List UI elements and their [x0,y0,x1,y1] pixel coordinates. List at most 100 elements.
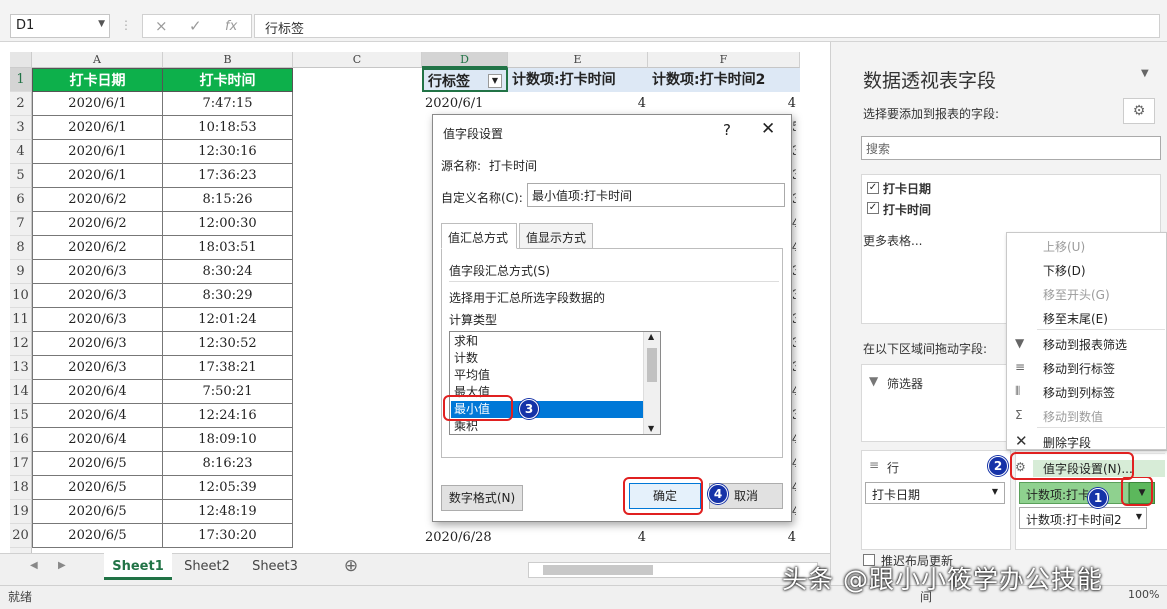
pivot-date-first[interactable]: 2020/6/1 [422,92,508,116]
cell-date[interactable]: 2020/6/4 [32,380,163,404]
close-icon[interactable]: ✕ [761,119,775,139]
enter-icon[interactable]: ✓ [189,17,202,35]
cell-date[interactable]: 2020/6/3 [32,356,163,380]
column-header-f[interactable]: F [648,52,800,68]
cell-time[interactable]: 8:15:26 [163,188,293,212]
cell-date[interactable]: 2020/6/2 [32,236,163,260]
horizontal-scrollbar[interactable] [528,562,818,578]
chevron-down-icon[interactable]: ▼ [98,19,105,29]
pivot-value-f[interactable]: 4 [792,500,796,524]
pivot-col-e[interactable]: 计数项:打卡时间 [508,68,648,92]
cell-date[interactable]: 2020/6/3 [32,260,163,284]
tab-scroll-right-icon[interactable]: ▶ [58,560,66,571]
cell-date[interactable]: 2020/6/5 [32,476,163,500]
filter-dropdown-icon[interactable]: ▼ [488,74,502,88]
pivot-value-f-first[interactable]: 4 [648,92,796,116]
chevron-down-icon[interactable]: ▼ [1141,68,1149,79]
list-item[interactable]: 平均值 [454,367,640,384]
values-field-2[interactable]: 计数项:打卡时间2 ▼ [1019,507,1147,529]
pivot-value-f[interactable]: 5 [792,116,796,140]
name-box[interactable]: D1 ▼ [10,14,110,38]
pivot-value-f[interactable]: 3 [792,188,796,212]
cell-date[interactable]: 2020/6/3 [32,332,163,356]
row-header[interactable]: 20 [10,524,32,548]
context-menu-item[interactable]: 删除字段 [1043,434,1091,451]
column-header-b[interactable]: B [163,52,293,68]
cell-time[interactable]: 12:30:16 [163,140,293,164]
gear-icon[interactable]: ⚙ [1123,98,1155,124]
scroll-up-icon[interactable]: ▲ [648,332,654,341]
help-icon[interactable]: ? [723,121,731,139]
row-header[interactable]: 7 [10,212,32,236]
row-header[interactable]: 16 [10,428,32,452]
row-header[interactable]: 9 [10,260,32,284]
search-input[interactable]: 搜索 [861,136,1161,160]
cell-date[interactable]: 2020/6/1 [32,116,163,140]
cell-time[interactable]: 17:38:21 [163,356,293,380]
more-tables-link[interactable]: 更多表格... [863,232,922,249]
pivot-value-f-last[interactable]: 4 [648,526,796,550]
cell-date[interactable]: 2020/6/5 [32,500,163,524]
row-header[interactable]: 8 [10,236,32,260]
row-header[interactable]: 13 [10,356,32,380]
pivot-value-f[interactable]: 3 [792,164,796,188]
pivot-value-f[interactable]: 3 [792,404,796,428]
cell-time[interactable]: 8:16:23 [163,452,293,476]
cell-time[interactable]: 12:24:16 [163,404,293,428]
field-label-time[interactable]: 打卡时间 [883,201,931,218]
cell-date[interactable]: 2020/6/2 [32,188,163,212]
context-menu-item[interactable]: 移动到行标签 [1043,360,1115,377]
tab-summarize-values[interactable]: 值汇总方式 [441,223,517,249]
chevron-down-icon[interactable]: ▼ [1136,512,1142,521]
row-header[interactable]: 4 [10,140,32,164]
pivot-value-f[interactable]: 3 [792,260,796,284]
cell-date[interactable]: 2020/6/2 [32,212,163,236]
pivot-value-f[interactable]: 4 [792,452,796,476]
pivot-value-f[interactable]: 3 [792,284,796,308]
cell-date[interactable]: 2020/6/3 [32,308,163,332]
rows-field-dropdown[interactable]: 打卡日期 ▼ [865,482,1005,504]
row-header[interactable]: 1 [10,68,32,92]
tab-scroll-left-icon[interactable]: ◀ [30,560,38,571]
column-header-c[interactable]: C [293,52,422,68]
listbox-scrollbar[interactable]: ▲ ▼ [643,332,660,434]
pivot-value-f[interactable]: 4 [792,380,796,404]
cell-date[interactable]: 2020/6/4 [32,428,163,452]
cell-time[interactable]: 12:48:19 [163,500,293,524]
pivot-date-last[interactable]: 2020/6/28 [422,526,508,550]
cell-time[interactable]: 8:30:24 [163,260,293,284]
select-all-corner[interactable] [10,52,32,68]
pivot-col-f[interactable]: 计数项:打卡时间2 [648,68,800,92]
pivot-value-e-first[interactable]: 4 [508,92,646,116]
header-date[interactable]: 打卡日期 [32,68,163,92]
values-field-1[interactable]: 计数项:打卡... [1019,482,1129,504]
insert-function-icon[interactable]: fx [225,19,237,34]
cell-date[interactable]: 2020/6/5 [32,452,163,476]
row-header[interactable]: 19 [10,500,32,524]
context-menu-item[interactable]: 移动到报表筛选 [1043,336,1127,353]
sheet-tab-1[interactable]: Sheet1 [104,553,172,580]
row-header[interactable]: 18 [10,476,32,500]
cell-date[interactable]: 2020/6/1 [32,164,163,188]
pivot-value-f[interactable]: 4 [792,476,796,500]
field-label-date[interactable]: 打卡日期 [883,180,931,197]
cell-date[interactable]: 2020/6/3 [32,284,163,308]
row-header[interactable]: 14 [10,380,32,404]
cell-time[interactable]: 12:05:39 [163,476,293,500]
filters-area[interactable] [861,364,1011,442]
row-header[interactable]: 2 [10,92,32,116]
pivot-value-f[interactable]: 4 [792,212,796,236]
pivot-value-f[interactable]: 4 [792,236,796,260]
field-checkbox-time[interactable]: ✓ [867,202,879,214]
cell-time[interactable]: 8:30:29 [163,284,293,308]
cell-time[interactable]: 12:30:52 [163,332,293,356]
cell-time[interactable]: 7:47:15 [163,92,293,116]
pivot-value-e-last[interactable]: 4 [508,526,646,550]
row-header[interactable]: 5 [10,164,32,188]
pivot-value-f[interactable]: 3 [792,332,796,356]
cell-time[interactable]: 12:01:24 [163,308,293,332]
scroll-down-icon[interactable]: ▼ [648,424,654,433]
pivot-value-f[interactable]: 3 [792,356,796,380]
formula-input[interactable]: 行标签 [254,14,1160,38]
pivot-row-label-cell[interactable]: 行标签 ▼ [422,68,508,92]
